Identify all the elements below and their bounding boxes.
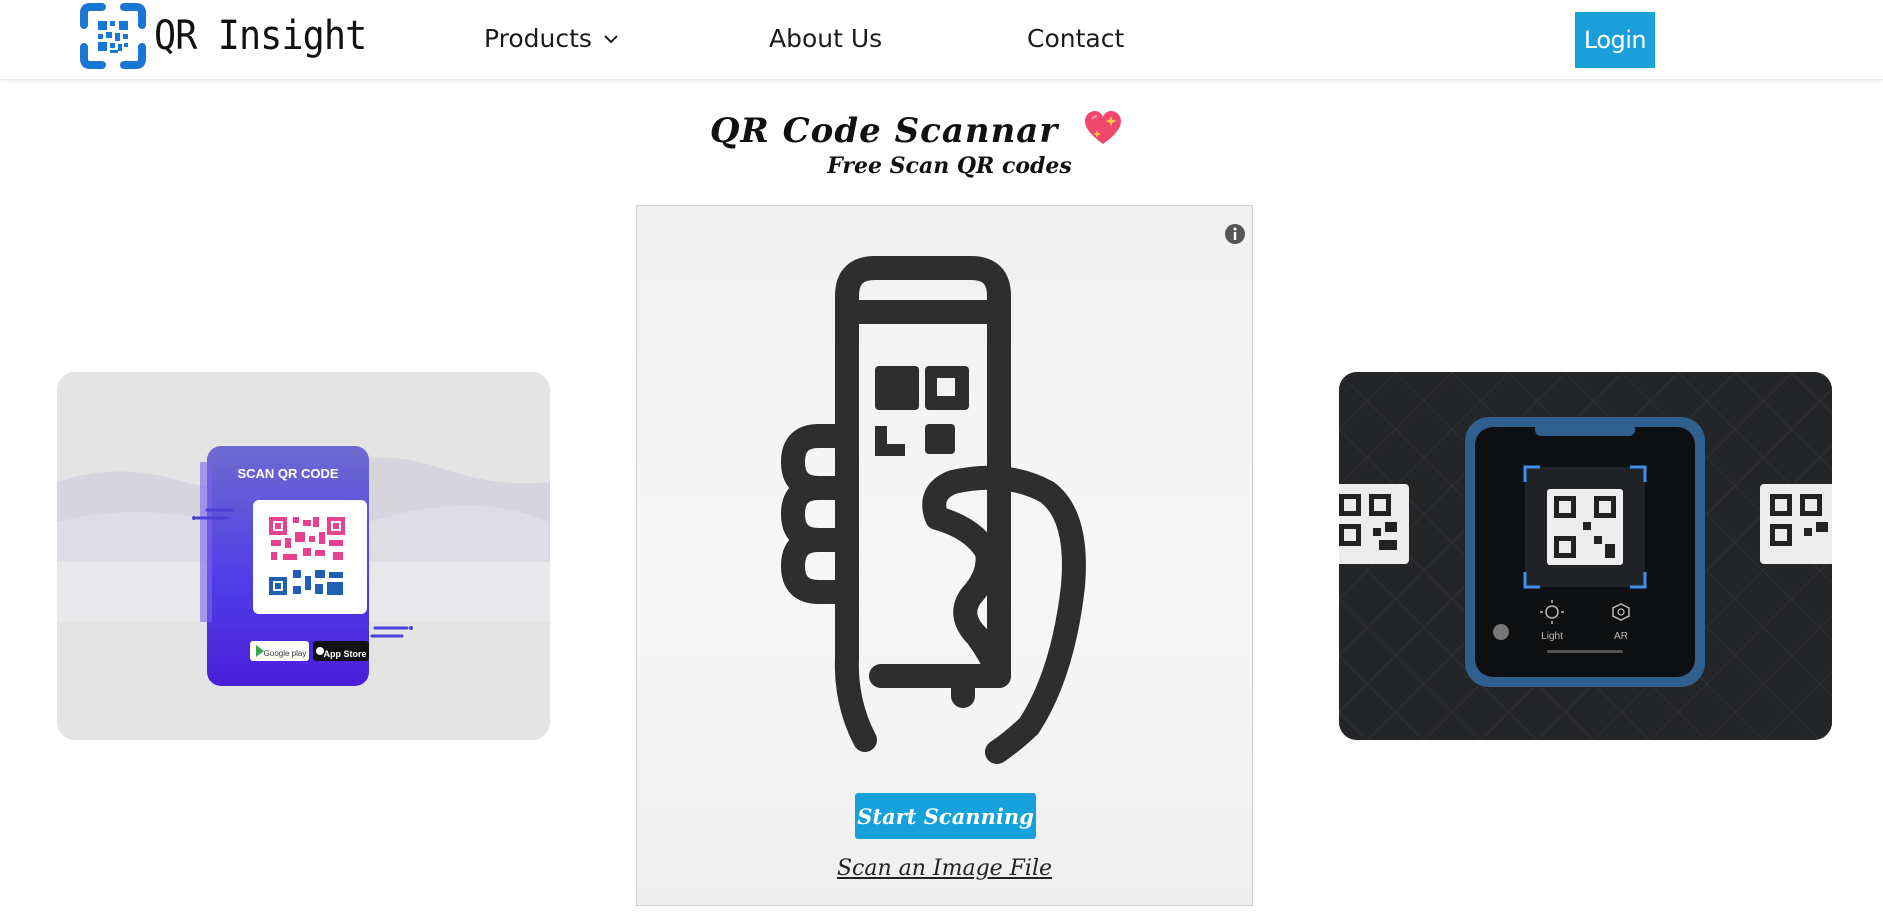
page-title-text: QR Code Scannar [709,111,1059,151]
scan-qr-app-illustration: SCAN QR CODE Google play App Store [57,372,550,740]
sparkling-heart-icon [1085,111,1122,144]
ar-label: AR [1614,631,1628,642]
app-store-badge: App Store [323,649,366,659]
top-navbar: QR Insight Products About Us Contact Log… [0,0,1883,80]
qr-logo-icon [80,3,146,69]
nav-products-label: Products [484,24,592,53]
brand-name: QR Insight [154,13,367,59]
ar-scanner-phone-illustration: Light AR [1339,372,1832,740]
qr-scanner-panel: Start Scanning Scan an Image File [636,205,1253,906]
light-label: Light [1541,631,1563,642]
page-subtitle-text: Free Scan QR codes [827,153,1072,179]
google-play-badge: Google play [264,649,307,658]
hand-holding-phone-icon [781,256,1086,764]
brand-home-link[interactable]: QR Insight [80,3,385,69]
nav-about-link[interactable]: About Us [769,24,882,53]
chevron-down-icon [604,34,618,43]
hero-title-row: QR Code Scannar [0,110,1883,151]
left-promo-image: SCAN QR CODE Google play App Store [57,372,550,740]
nav-products-dropdown[interactable]: Products [484,24,620,53]
start-scanning-button[interactable]: Start Scanning [855,793,1036,839]
login-button[interactable]: Login [1575,12,1655,68]
right-promo-image: Light AR [1339,372,1832,740]
info-icon[interactable] [1224,223,1246,245]
nav-contact-link[interactable]: Contact [1027,24,1124,53]
page-title: QR Code Scannar [710,110,1123,151]
scan-image-file-link[interactable]: Scan an Image File [637,856,1252,881]
page-subtitle: Free Scan QR codes [0,153,1883,179]
scan-qr-code-heading: SCAN QR CODE [237,466,338,481]
